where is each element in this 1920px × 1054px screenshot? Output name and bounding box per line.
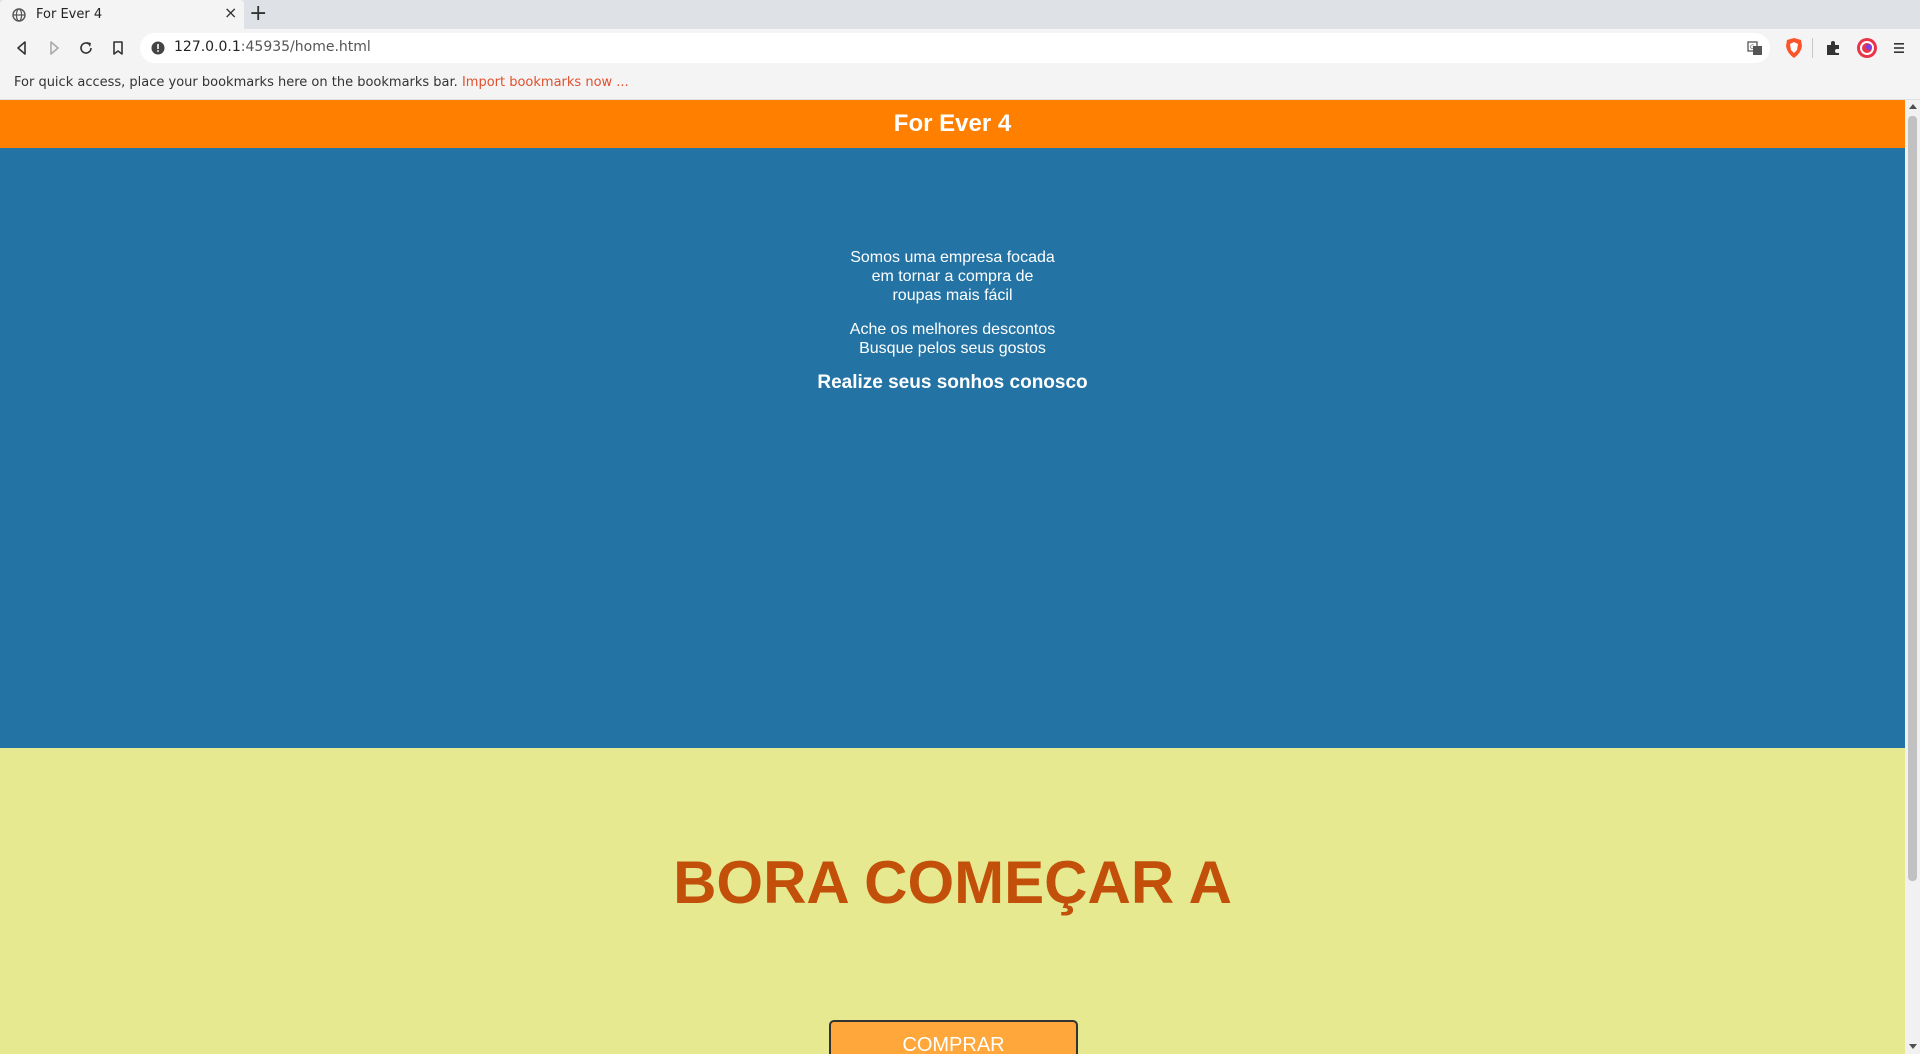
toolbar-divider [1812, 38, 1813, 58]
back-icon[interactable] [13, 39, 31, 57]
wallet-icon[interactable] [1856, 37, 1878, 59]
hero-tagline: Realize seus sonhos conosco [817, 372, 1088, 393]
tab-title: For Ever 4 [36, 7, 103, 22]
svg-text:G: G [1750, 44, 1755, 51]
cta-heading: BORA COMEÇAR A [673, 849, 1232, 916]
hero-intro-line: em tornar a compra de [871, 268, 1034, 285]
hero-benefit-line: Ache os melhores descontos [849, 321, 1056, 338]
globe-icon [12, 8, 26, 22]
address-bar[interactable]: 127.0.0.1:45935/home.html [140, 33, 1770, 63]
scroll-up-arrow-icon[interactable] [1909, 104, 1917, 109]
hero-intro-line: Somos uma empresa focada [850, 249, 1055, 266]
url-host: 127.0.0.1 [174, 39, 241, 55]
page-scrollbar[interactable] [1905, 100, 1920, 1054]
page-viewport: For Ever 4 Somos uma empresa focada em t… [0, 100, 1905, 1054]
bookmark-icon[interactable] [109, 39, 127, 57]
reload-icon[interactable] [77, 39, 95, 57]
hero-intro: Somos uma empresa focada em tornar a com… [0, 248, 1905, 305]
tab-strip: For Ever 4 × + [0, 0, 1920, 29]
hero-benefits: Ache os melhores descontos Busque pelos … [0, 320, 1905, 358]
cta-section: BORA COMEÇAR A COMPRAR [0, 748, 1905, 1054]
bookmarks-hint-text: For quick access, place your bookmarks h… [14, 75, 458, 90]
hero-intro-line: roupas mais fácil [892, 287, 1013, 304]
close-tab-icon[interactable]: × [224, 3, 237, 23]
new-tab-icon[interactable]: + [249, 1, 267, 27]
bookmarks-bar: For quick access, place your bookmarks h… [0, 67, 1920, 100]
extensions-icon[interactable] [1824, 39, 1842, 57]
bookmarks-hint: For quick access, place your bookmarks h… [14, 75, 629, 90]
site-title: For Ever 4 [893, 110, 1012, 137]
buy-button[interactable]: COMPRAR [829, 1020, 1078, 1054]
brave-shield-icon[interactable] [1784, 37, 1804, 59]
import-bookmarks-link[interactable]: Import bookmarks now ... [462, 75, 629, 90]
browser-toolbar: 127.0.0.1:45935/home.html G [0, 29, 1920, 67]
url-text: 127.0.0.1:45935/home.html [174, 39, 371, 55]
hero-section: Somos uma empresa focada em tornar a com… [0, 148, 1905, 748]
url-path: :45935/home.html [240, 39, 371, 55]
hero-benefit-line: Busque pelos seus gostos [859, 340, 1046, 357]
scrollbar-thumb[interactable] [1908, 116, 1917, 881]
browser-tab[interactable]: For Ever 4 × [0, 0, 244, 29]
site-header: For Ever 4 [0, 100, 1905, 148]
scroll-down-arrow-icon[interactable] [1909, 1044, 1917, 1049]
forward-icon[interactable] [45, 39, 63, 57]
translate-icon[interactable]: G [1746, 39, 1764, 57]
info-icon[interactable] [151, 41, 165, 55]
menu-icon[interactable] [1890, 39, 1908, 57]
